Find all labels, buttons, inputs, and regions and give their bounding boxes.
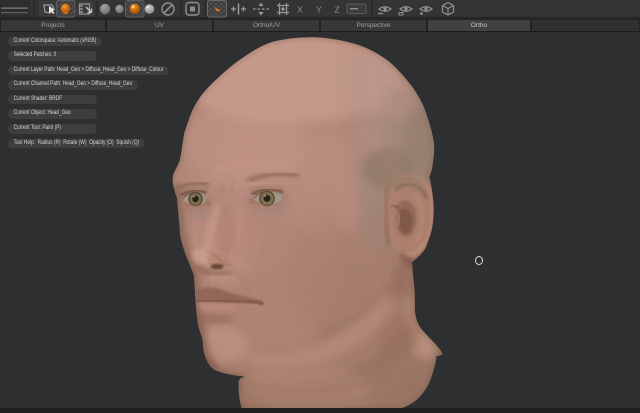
svg-text:X: X xyxy=(297,5,303,15)
svg-text:Y: Y xyxy=(316,5,322,15)
svg-text:Z: Z xyxy=(334,5,339,15)
